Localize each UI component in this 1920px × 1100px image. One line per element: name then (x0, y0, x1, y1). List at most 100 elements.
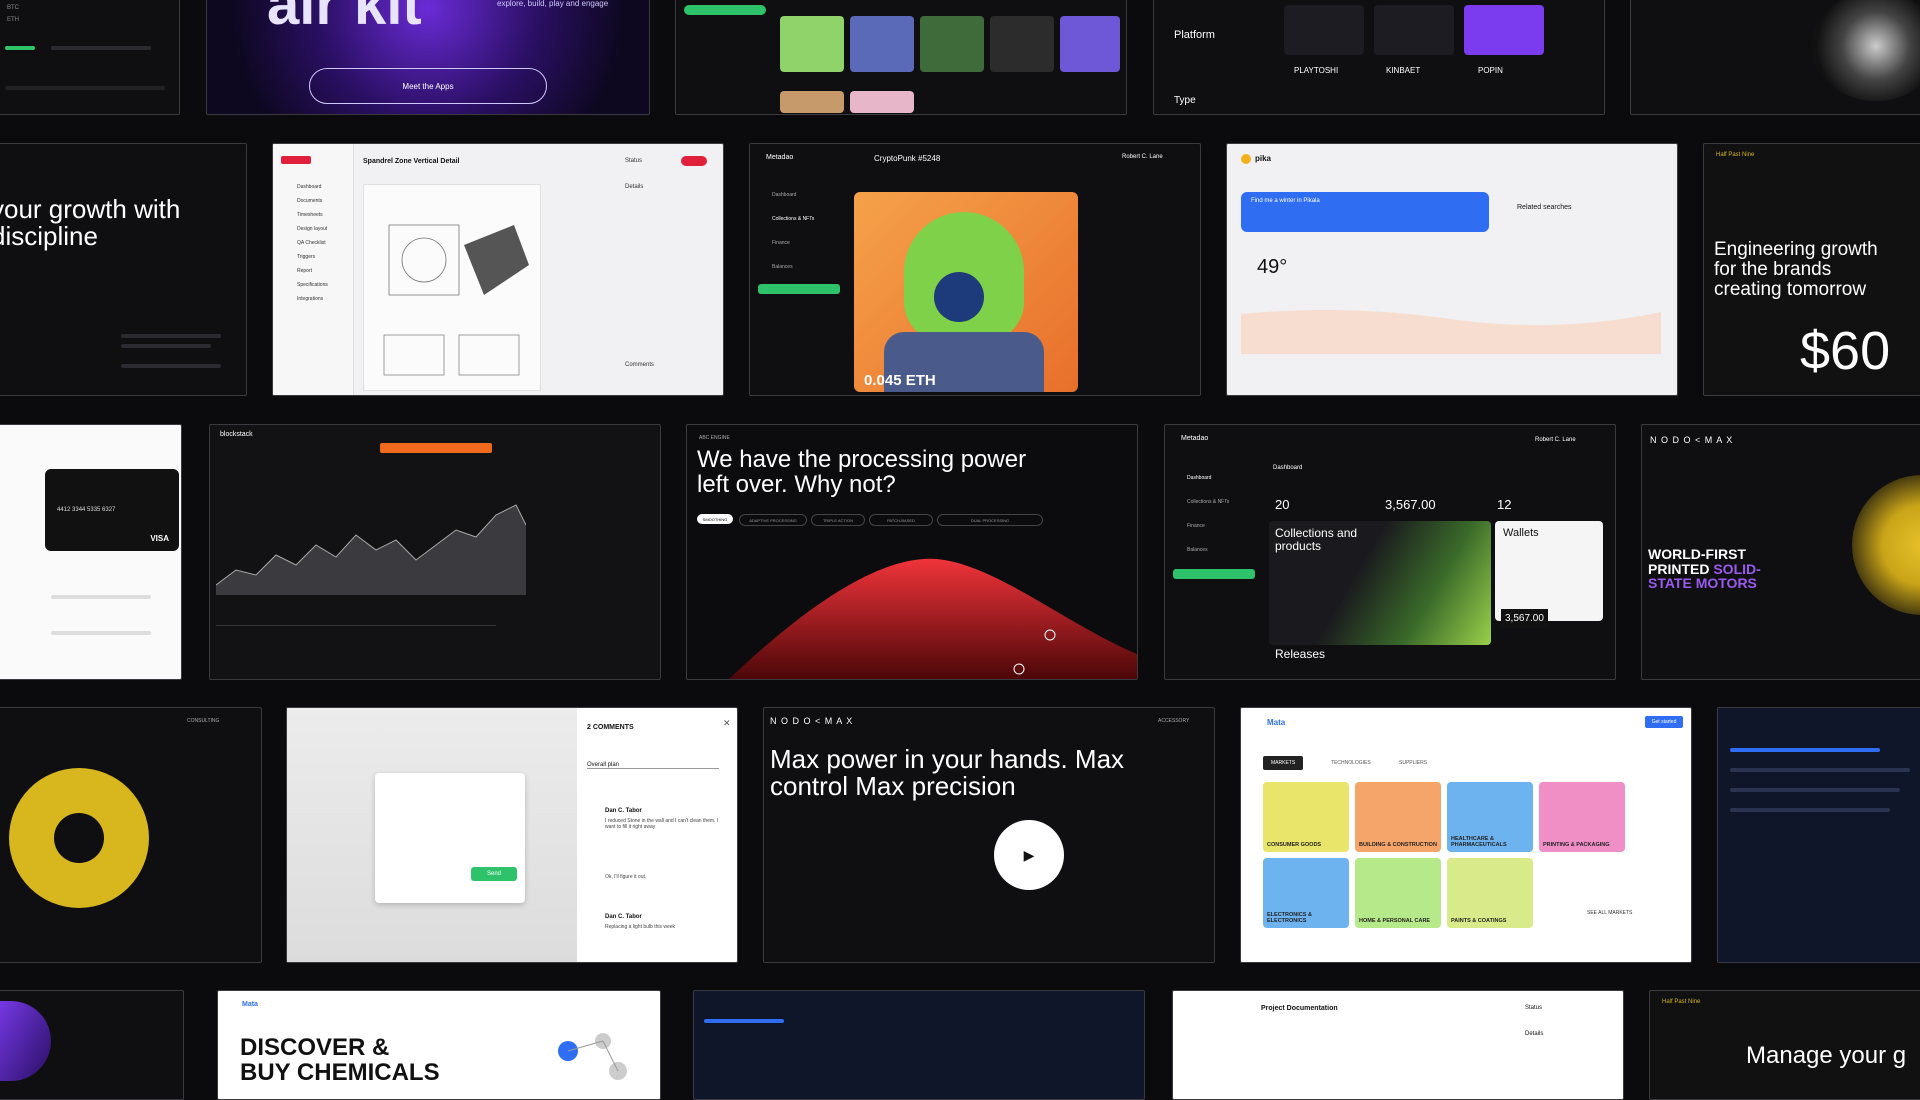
purple-shape (0, 1001, 51, 1081)
mata-cat-paints[interactable]: PAINTS & COATINGS (1447, 858, 1533, 928)
crypto-nav-3[interactable]: Finance (772, 240, 790, 246)
maxpower-play-button[interactable]: ▶ (994, 820, 1064, 890)
spandrel-nav-2[interactable]: Documents (297, 198, 322, 204)
mata-cat-building[interactable]: BUILDING & CONSTRUCTION (1355, 782, 1441, 852)
mata-cat-healthcare[interactable]: HEALTHCARE & PHARMACEUTICALS (1447, 782, 1533, 852)
tile-blockstack-chart[interactable]: blockstack (209, 424, 661, 680)
tile-pika[interactable]: pika Find me a winter in Pikala Related … (1226, 143, 1678, 396)
brand-card-2[interactable] (1374, 5, 1454, 55)
tile-mata-markets[interactable]: Mata Get started MARKETS TECHNOLOGIES SU… (1240, 707, 1692, 963)
tile-metadao-dashboard[interactable]: Metadao Robert C. Lane Dashboard Dashboa… (1164, 424, 1616, 680)
project-doc-details: Details (1525, 1031, 1544, 1037)
comments-close-icon[interactable]: ✕ (723, 718, 731, 729)
credit-card[interactable]: 4412 3344 5335 6327 VISA (45, 469, 179, 551)
nft-thumb-5[interactable] (1060, 16, 1120, 72)
dash-nav-1[interactable]: Dashboard (1187, 475, 1211, 481)
nft-thumb-3[interactable] (920, 16, 984, 72)
pika-logo-icon (1241, 154, 1251, 164)
spandrel-nav-1[interactable]: Dashboard (297, 184, 321, 190)
crypto-nav-4[interactable]: Balances (772, 264, 793, 270)
engineering-headline: Engineering growth for the brands creati… (1714, 239, 1878, 300)
spandrel-nav-5[interactable]: QA Checklist (297, 240, 326, 246)
pika-related: Related searches (1517, 204, 1572, 211)
pika-search-prompt: Find me a winter in Pikala (1251, 198, 1320, 204)
mata-cat-printing[interactable]: PRINTING & PACKAGING (1539, 782, 1625, 852)
processing-wave (729, 558, 1137, 679)
project-doc-title: Project Documentation (1261, 1005, 1338, 1012)
tile-spandrel-detail[interactable]: Dashboard Documents Timesheets Design la… (272, 143, 724, 396)
comment-send-button[interactable]: Send (471, 867, 517, 881)
mata-cat-home[interactable]: HOME & PERSONAL CARE (1355, 858, 1441, 928)
brand-card-3[interactable] (1464, 5, 1544, 55)
processing-tag-5[interactable]: DUAL PROCESSING (937, 514, 1043, 526)
tile-cryptopunk[interactable]: Metadao CryptoPunk #5248 Robert C. Lane … (749, 143, 1201, 396)
tile-airkit[interactable]: air kit explore, build, play and engage … (206, 0, 650, 115)
tile-finance-partial[interactable]: BTC ETH (0, 0, 180, 115)
crypto-nav-2[interactable]: Collections & NFTs (772, 216, 814, 222)
spandrel-nav-6[interactable]: Triggers (297, 254, 315, 260)
comment-3-text: Replacing a light bulb this week (605, 924, 676, 930)
tile-maxpower[interactable]: N O D O < M A X ACCESSORY Max power in y… (763, 707, 1215, 963)
spandrel-nav-8[interactable]: Specifications (297, 282, 328, 288)
dash-stat-1: 20 (1275, 497, 1290, 512)
mata-cat-consumer[interactable]: CONSUMER GOODS (1263, 782, 1349, 852)
mata-cta-button[interactable]: Get started (1645, 716, 1683, 728)
processing-tag-2[interactable]: ADAPTIVE PROCESSING (739, 514, 807, 526)
dash-nav-4[interactable]: Balances (1187, 547, 1208, 553)
tile-engineering[interactable]: Half Past Nine Engineering growth for th… (1703, 143, 1920, 396)
tile-nodemax-motors[interactable]: N O D O < M A X WORLD-FIRST PRINTED SOLI… (1641, 424, 1920, 680)
mata-tab-markets[interactable]: MARKETS (1263, 756, 1304, 770)
dash-user[interactable]: Robert C. Lane (1535, 437, 1576, 443)
tile-nft-gallery[interactable] (675, 0, 1127, 115)
nft-thumb-2[interactable] (850, 16, 914, 72)
spandrel-status-badge[interactable] (681, 156, 707, 166)
pika-forecast-chart (1241, 310, 1661, 354)
brand-card-1[interactable] (1284, 5, 1364, 55)
crypto-green-button[interactable] (758, 284, 840, 294)
nft-thumb-4[interactable] (990, 16, 1054, 72)
tile-platform[interactable]: Platform Type PLAYTOSHI KINBAET POPIN (1153, 0, 1605, 115)
spandrel-nav-9[interactable]: Integrations (297, 296, 323, 302)
mata-tab-technologies[interactable]: TECHNOLOGIES (1331, 760, 1371, 766)
motor-image (1852, 475, 1920, 615)
crypto-brand: Metadao (766, 154, 794, 161)
processing-tag-3[interactable]: TRIPLE ACTION (811, 514, 865, 526)
mata-tab-suppliers[interactable]: SUPPLIERS (1399, 760, 1427, 766)
tile-card[interactable]: 4412 3344 5335 6327 VISA (0, 424, 182, 680)
processing-tag-4[interactable]: PATCH-BASED (869, 514, 933, 526)
mata-cat-electronics[interactable]: ELECTRONICS & ELECTRONICS (1263, 858, 1349, 928)
commenter-1: Dan C. Tabor (605, 808, 642, 814)
tile-project-doc[interactable]: Project Documentation Status Details (1172, 990, 1624, 1100)
tile-purple-partial[interactable] (0, 990, 184, 1100)
nft-thumb-1[interactable] (780, 16, 844, 72)
spandrel-nav-4[interactable]: Design layout (297, 226, 327, 232)
processing-tag-1[interactable]: SMOOTHING (697, 514, 733, 524)
pika-brand: pika (1255, 154, 1272, 163)
tile-chemicals[interactable]: Mata DISCOVER & BUY CHEMICALS (217, 990, 661, 1100)
platform-title: Platform (1174, 29, 1215, 41)
tile-manage[interactable]: Half Past Nine Manage your g (1649, 990, 1920, 1100)
tile-comments[interactable]: Send 2 COMMENTS ✕ Overall plan Dan C. Ta… (286, 707, 738, 963)
spandrel-comments-label[interactable]: Comments (625, 362, 654, 368)
crypto-nav-1[interactable]: Dashboard (772, 192, 796, 198)
tile-headphones-partial[interactable] (1630, 0, 1920, 115)
tile-processing[interactable]: ABC ENGINE We have the processing power … (686, 424, 1138, 680)
dash-brand: Metadao (1181, 435, 1209, 442)
tile-growth-left[interactable]: your growth with discipline (0, 143, 247, 396)
airkit-title: air kit (267, 0, 422, 37)
tile-blockstack-bottom[interactable] (693, 990, 1145, 1100)
crypto-user[interactable]: Robert C. Lane (1122, 154, 1163, 160)
dash-nav-3[interactable]: Finance (1187, 523, 1205, 529)
spandrel-nav-7[interactable]: Report (297, 268, 312, 274)
pika-temperature-value: 49 (1257, 256, 1280, 278)
comments-select[interactable]: Overall plan (587, 762, 719, 769)
tile-blockstack-right[interactable] (1717, 707, 1920, 963)
tile-yellow-disc[interactable]: CONSULTING (0, 707, 262, 963)
gallery-green-button[interactable] (684, 5, 766, 15)
mata-all-markets[interactable]: SEE ALL MARKETS (1587, 910, 1632, 916)
spandrel-nav-3[interactable]: Timesheets (297, 212, 323, 218)
comment-popup[interactable] (375, 773, 525, 903)
dash-nav-2[interactable]: Collections & NFTs (1187, 499, 1229, 505)
meet-apps-button[interactable]: Meet the Apps (309, 68, 547, 104)
dash-green-button[interactable] (1173, 569, 1255, 579)
